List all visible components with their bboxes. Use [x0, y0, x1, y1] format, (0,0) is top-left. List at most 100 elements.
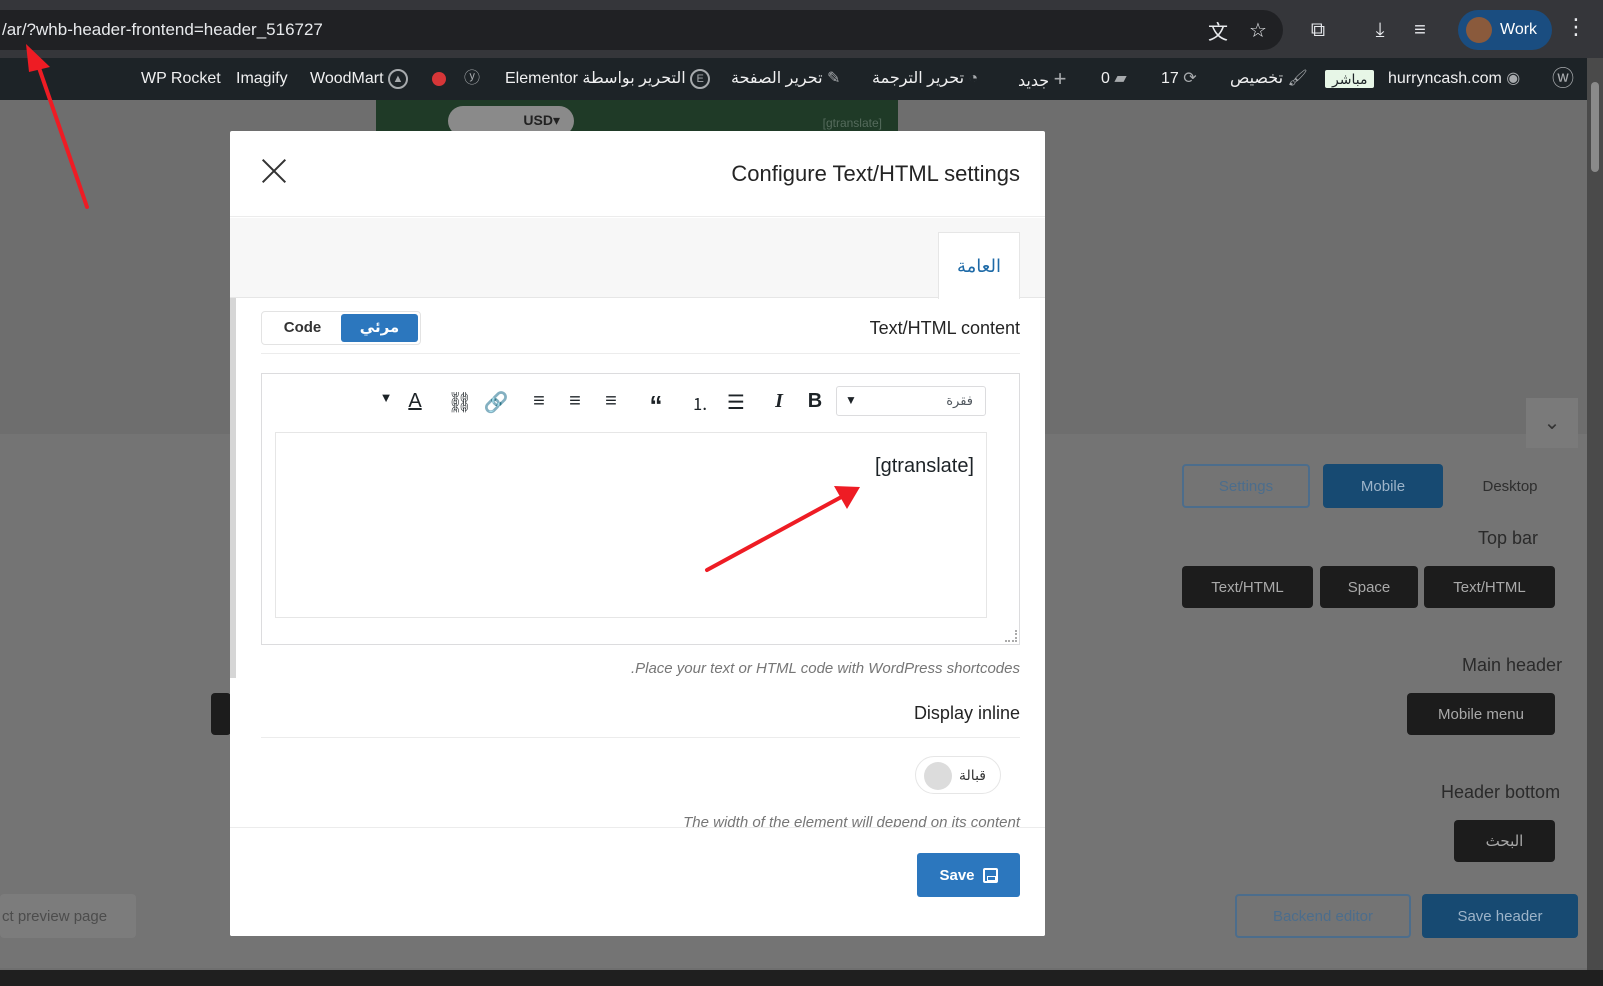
translation-icon: ◔ — [968, 70, 979, 87]
admin-item-new[interactable]: جديد + — [1018, 58, 1066, 100]
link-icon[interactable]: 🔗 — [483, 390, 509, 415]
woodmart-icon: ▲ — [387, 68, 408, 89]
comments-count: 0 — [1101, 70, 1110, 87]
unlink-icon[interactable]: ⛓ — [447, 390, 473, 415]
modal-tabs: العامة — [230, 218, 1045, 299]
content-hint: .Place your text or HTML code with WordP… — [630, 660, 1020, 677]
admin-item-edit-translation[interactable]: تحرير الترجمة ◔ — [872, 58, 978, 100]
header-preview-strip: USD▾ [gtranslate] — [376, 100, 898, 136]
os-taskbar — [0, 970, 1603, 986]
resize-handle[interactable] — [1005, 630, 1017, 642]
italic-icon[interactable]: I — [766, 390, 792, 413]
save-button[interactable]: Save — [917, 853, 1020, 897]
editor-text: [gtranslate] — [875, 455, 974, 477]
mode-code-button[interactable]: Code — [264, 314, 341, 342]
wysiwyg-editor: ▼ A ⛓ 🔗 ≡ ≡ ≡ “ ⒈ ☰ I B ▼ فقرة [gtransla… — [261, 373, 1020, 645]
content-label: Text/HTML content — [869, 318, 1020, 338]
record-dot-icon — [432, 71, 446, 86]
element-text-html-2[interactable]: Text/HTML — [1424, 566, 1555, 608]
admin-item-comments[interactable]: 0 ▰ — [1101, 58, 1127, 100]
admin-item-recording[interactable] — [432, 58, 446, 100]
element-text-html-1[interactable]: Text/HTML — [1182, 566, 1313, 608]
admin-item-customize[interactable]: تخصيص 🖌 — [1230, 58, 1308, 100]
element-hidden-left[interactable] — [211, 693, 231, 735]
customize-label: تخصيص — [1230, 70, 1284, 87]
display-inline-toggle[interactable]: قبالة — [915, 756, 1001, 794]
editor-toolbar: ▼ A ⛓ 🔗 ≡ ≡ ≡ “ ⒈ ☰ I B ▼ فقرة — [262, 374, 1019, 430]
scrollbar-thumb[interactable] — [1591, 82, 1599, 172]
tab-general[interactable]: العامة — [938, 232, 1020, 299]
pencil-icon: ✎ — [826, 70, 841, 87]
toolbar-actions: ⧉ ⤓ ≡ — [1298, 10, 1440, 50]
admin-item-edit-page[interactable]: تحرير الصفحة ✎ — [731, 58, 840, 100]
more-dropdown-icon[interactable]: ▼ — [373, 390, 399, 405]
chevron-down-icon: ▼ — [845, 393, 857, 407]
bookmark-star-icon[interactable]: ☆ — [1238, 18, 1278, 43]
mobile-view-button[interactable]: Mobile — [1323, 464, 1443, 508]
section-divider — [261, 353, 1020, 354]
new-label: جديد — [1018, 73, 1050, 90]
admin-item-imagify[interactable]: Imagify — [236, 58, 288, 100]
yoast-icon[interactable]: ⓨ — [464, 58, 480, 100]
elementor-label: Elementor التحرير بواسطة — [505, 70, 686, 87]
edit-translation-label: تحرير الترجمة — [872, 70, 965, 87]
modal-footer: Save — [230, 827, 1045, 936]
toggle-state-label: قبالة — [959, 767, 986, 783]
chevron-down-icon[interactable]: ⌄ — [1526, 398, 1578, 448]
admin-item-updates[interactable]: 17 ⟳ — [1161, 58, 1197, 100]
toggle-knob — [924, 762, 952, 790]
modal-header: Configure Text/HTML settings — [230, 131, 1045, 217]
row-label-top-bar: Top bar — [1478, 528, 1539, 548]
download-icon[interactable]: ⤓ — [1360, 19, 1400, 42]
address-bar[interactable]: /ar/?whb-header-frontend=header_516727 — [0, 10, 1283, 50]
mode-visual-button[interactable]: مرئي — [341, 314, 418, 342]
menu-dots-icon[interactable]: ⋮ — [1565, 14, 1587, 40]
element-mobile-menu[interactable]: Mobile menu — [1407, 693, 1555, 735]
editor-mode-switcher: Code مرئي — [261, 311, 421, 345]
dashboard-icon: ◉ — [1506, 70, 1521, 87]
admin-item-live[interactable]: مباشر — [1325, 58, 1375, 100]
wordpress-logo-icon[interactable]: ⓦ — [1552, 58, 1574, 100]
edit-page-label: تحرير الصفحة — [731, 70, 823, 87]
close-icon[interactable] — [260, 157, 288, 185]
text-color-icon[interactable]: A — [402, 390, 428, 413]
browser-toolbar: /ar/?whb-header-frontend=header_516727 文… — [0, 0, 1603, 58]
admin-item-site[interactable]: hurryncash.com ◉ — [1388, 58, 1520, 100]
settings-button[interactable]: Settings — [1182, 464, 1310, 508]
editor-content-area[interactable]: [gtranslate] — [275, 432, 987, 618]
format-select[interactable]: ▼ فقرة — [836, 386, 986, 416]
translate-icon[interactable]: 文 — [1198, 16, 1238, 45]
urlbar-actions: 文 ☆ — [1198, 10, 1278, 50]
section-divider — [261, 737, 1020, 738]
bullet-list-icon[interactable]: ☰ — [723, 390, 749, 415]
admin-item-wp-rocket[interactable]: WP Rocket — [141, 58, 221, 100]
align-left-icon[interactable]: ≡ — [598, 390, 624, 413]
ordered-list-icon[interactable]: ⒈ — [687, 390, 713, 415]
admin-item-elementor[interactable]: Elementor التحرير بواسطة E — [505, 58, 711, 100]
align-center-icon[interactable]: ≡ — [562, 390, 588, 413]
desktop-view-button[interactable]: Desktop — [1460, 464, 1560, 508]
admin-item-woodmart[interactable]: WoodMart ▲ — [310, 58, 408, 100]
page-scrollbar[interactable] — [1587, 58, 1603, 970]
align-right-icon[interactable]: ≡ — [526, 390, 552, 413]
comment-icon: ▰ — [1114, 70, 1127, 87]
bold-icon[interactable]: B — [802, 390, 828, 413]
content-label-row: Code مرئي Text/HTML content — [261, 311, 1020, 354]
backend-editor-button[interactable]: Backend editor — [1235, 894, 1411, 938]
profile-button[interactable]: Work — [1458, 10, 1552, 50]
woodmart-label: WoodMart — [310, 70, 384, 87]
element-space[interactable]: Space — [1320, 566, 1418, 608]
plus-icon: + — [1053, 66, 1067, 91]
avatar — [1466, 17, 1492, 43]
floppy-disk-icon — [982, 867, 998, 883]
media-control-icon[interactable]: ≡ — [1400, 19, 1440, 42]
save-label: Save — [939, 866, 975, 884]
shortcode-preview: [gtranslate] — [822, 116, 882, 130]
display-inline-row: Display inline — [261, 703, 1020, 743]
save-header-button[interactable]: Save header — [1422, 894, 1578, 938]
element-search[interactable]: البحث — [1454, 820, 1555, 862]
updates-count: 17 — [1161, 70, 1179, 87]
blockquote-icon[interactable]: “ — [643, 390, 669, 421]
extensions-icon[interactable]: ⧉ — [1298, 19, 1338, 42]
preview-page-button[interactable]: ct preview page — [0, 894, 136, 938]
